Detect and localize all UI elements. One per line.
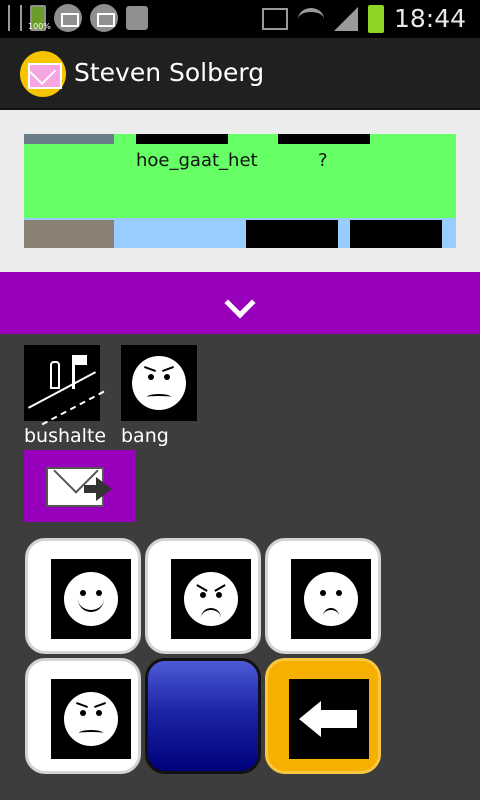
signal-icon xyxy=(333,7,358,31)
sentence-item-bang[interactable]: bang xyxy=(121,345,197,447)
back-arrow-icon xyxy=(299,701,321,737)
mail-icon xyxy=(90,4,118,32)
usb-icon xyxy=(8,5,22,31)
mail-envelope-icon[interactable] xyxy=(20,51,66,97)
battery-icon: 100% xyxy=(28,5,51,31)
status-bar: 100% 18:44 xyxy=(0,0,480,38)
bus-stop-icon xyxy=(24,345,105,426)
sentence-item-label: bushalte xyxy=(24,425,107,447)
photo-thumbnail[interactable] xyxy=(24,220,114,248)
angry-face-icon xyxy=(184,572,238,626)
page-title: Steven Solberg xyxy=(74,58,265,87)
category-row-green[interactable]: hoe_gaat_het ? xyxy=(24,134,456,218)
key-worried[interactable] xyxy=(25,658,141,774)
category-scroller[interactable]: hoe_gaat_het ? xyxy=(24,134,456,248)
wifi-icon xyxy=(297,8,324,30)
clipboard-check-icon xyxy=(126,6,148,30)
back-button[interactable] xyxy=(265,658,381,774)
sad-face-icon xyxy=(304,572,358,626)
key-angry[interactable] xyxy=(145,538,261,654)
send-message-button[interactable] xyxy=(24,450,136,522)
pictogram-tile[interactable] xyxy=(278,134,370,144)
notification-icons: 100% xyxy=(8,4,148,32)
key-blank[interactable] xyxy=(145,658,261,774)
pictogram-tile[interactable] xyxy=(350,220,442,248)
system-icons: 18:44 xyxy=(261,4,466,34)
word-hoe-gaat-het[interactable]: hoe_gaat_het xyxy=(136,150,258,171)
action-bar: Steven Solberg xyxy=(0,38,480,110)
sentence-item-label: bang xyxy=(121,425,169,447)
collapse-toggle[interactable] xyxy=(0,272,480,334)
chevron-down-icon xyxy=(224,287,256,319)
photo-thumbnail[interactable] xyxy=(24,134,114,144)
worried-face-icon xyxy=(64,692,118,746)
sentence-item-bushalte[interactable]: bushalte xyxy=(24,345,107,447)
happy-face-icon xyxy=(64,572,118,626)
key-happy[interactable] xyxy=(25,538,141,654)
category-row-blue[interactable] xyxy=(24,218,456,248)
scared-face-icon xyxy=(121,345,197,421)
vibrate-icon xyxy=(261,8,288,30)
battery-percent-label: 100% xyxy=(28,22,51,31)
pictogram-tile[interactable] xyxy=(136,134,228,144)
mail-icon xyxy=(54,4,82,32)
clock: 18:44 xyxy=(393,4,466,33)
key-sad[interactable] xyxy=(265,538,381,654)
pictogram-tile[interactable] xyxy=(246,220,338,248)
word-question-mark[interactable]: ? xyxy=(318,150,328,171)
battery-icon xyxy=(367,5,384,33)
